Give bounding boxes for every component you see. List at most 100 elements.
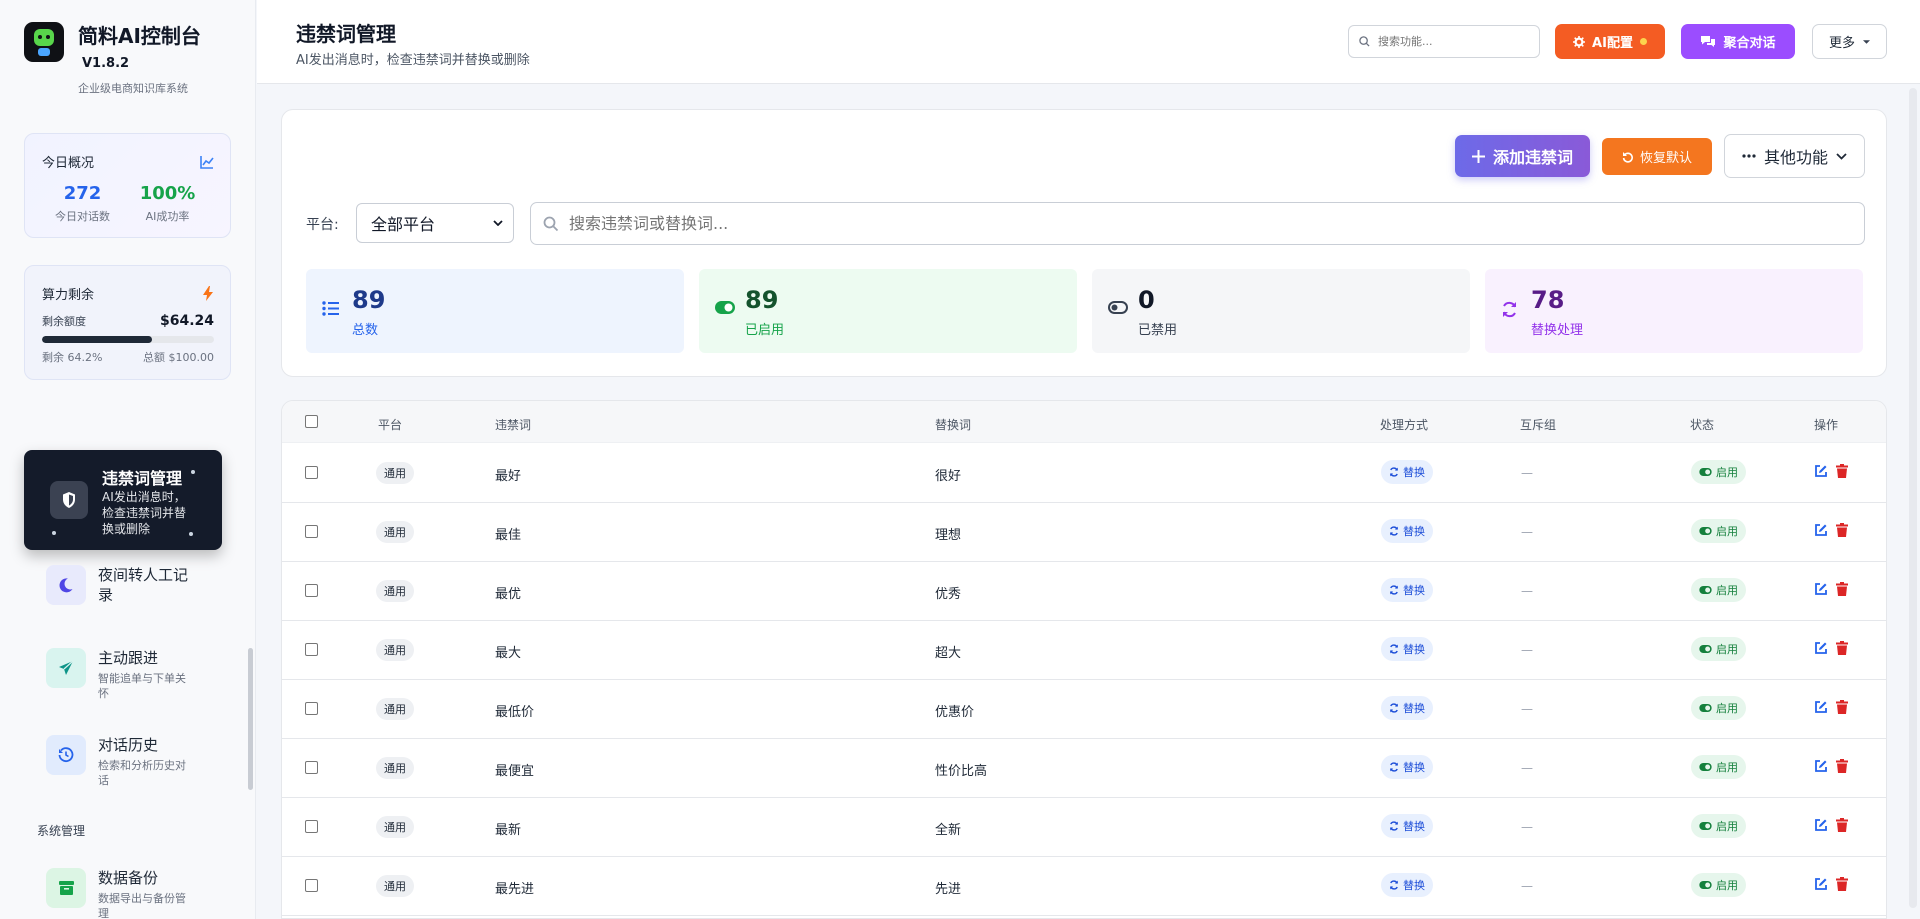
sidebar-item-forbidden-words[interactable]: 违禁词管理 AI发出消息时，检查违禁词并替换或删除 (24, 450, 222, 550)
filter-panel: 添加违禁词 恢复默认 其他功能 平台: 全部平台 89 总数 89 已启用 0 … (281, 109, 1887, 377)
forbidden-word: 最好 (495, 469, 522, 484)
trash-icon[interactable] (1836, 759, 1848, 773)
edit-icon[interactable] (1814, 523, 1828, 537)
function-search-input[interactable] (1378, 35, 1528, 48)
forbidden-word: 最先进 (495, 882, 535, 897)
page-subtitle: AI发出消息时，检查违禁词并替换或删除 (296, 53, 530, 68)
other-functions-button[interactable]: 其他功能 (1724, 134, 1865, 178)
mutex-group: — (1521, 820, 1533, 834)
power-title: 算力剩余 (42, 288, 95, 303)
column-header-action: 处理方式 (1380, 418, 1429, 432)
trash-icon[interactable] (1836, 818, 1848, 832)
column-header-word: 违禁词 (495, 418, 532, 432)
action-label: 替换 (1403, 525, 1425, 538)
row-checkbox[interactable] (305, 643, 318, 656)
platform-badge: 通用 (376, 521, 414, 543)
edit-icon[interactable] (1814, 582, 1828, 596)
stat-label: 已禁用 (1138, 323, 1178, 338)
replacement-word: 性价比高 (935, 764, 988, 779)
row-operations (1814, 523, 1848, 537)
main-scrollbar[interactable] (1909, 88, 1917, 908)
row-checkbox[interactable] (305, 761, 318, 774)
brand-version: V1.8.2 (82, 56, 130, 71)
list-icon (322, 301, 339, 316)
row-operations (1814, 877, 1848, 891)
sidebar-item-night-transfer[interactable]: 夜间转人工记录 (46, 565, 236, 605)
edit-icon[interactable] (1814, 700, 1828, 714)
top-header: 违禁词管理 AI发出消息时，检查违禁词并替换或删除 AI配置 聚合对话 更多 (257, 0, 1920, 84)
function-search[interactable] (1348, 25, 1540, 58)
compute-balance-card: 算力剩余 剩余额度 $64.24 剩余 64.2% 总额 $100.00 (24, 265, 231, 380)
sync-icon (1390, 703, 1398, 713)
stat-label: 今日对话数 (55, 210, 110, 223)
stat-enabled: 89 已启用 (699, 269, 1077, 353)
status-badge: 启用 (1691, 460, 1746, 484)
toggle-on-icon (1699, 822, 1712, 830)
balance-label: 剩余额度 (42, 315, 86, 328)
row-checkbox[interactable] (305, 702, 318, 715)
sidebar-scrollbar[interactable] (248, 648, 253, 790)
gear-icon (1573, 35, 1586, 48)
today-stat-success-rate: 100% AI成功率 (125, 183, 210, 224)
row-checkbox[interactable] (305, 584, 318, 597)
edit-icon[interactable] (1814, 759, 1828, 773)
trash-icon[interactable] (1836, 464, 1848, 478)
platform-badge: 通用 (376, 816, 414, 838)
trash-icon[interactable] (1836, 700, 1848, 714)
status-label: 启用 (1716, 702, 1738, 715)
action-label: 替换 (1403, 466, 1425, 479)
edit-icon[interactable] (1814, 818, 1828, 832)
sync-icon (1390, 821, 1398, 831)
word-search-input[interactable] (569, 214, 1769, 233)
nav-title: 主动跟进 (98, 649, 159, 667)
trash-icon[interactable] (1836, 582, 1848, 596)
action-label: 替换 (1403, 584, 1425, 597)
status-label: 启用 (1716, 525, 1738, 538)
trash-icon[interactable] (1836, 523, 1848, 537)
notification-dot (1639, 38, 1647, 45)
row-checkbox[interactable] (305, 879, 318, 892)
edit-icon[interactable] (1814, 641, 1828, 655)
action-badge: 替换 (1381, 814, 1433, 838)
row-checkbox[interactable] (305, 820, 318, 833)
more-menu-button[interactable]: 更多 (1812, 24, 1887, 59)
brand-title: 简料AI控制台 (78, 24, 201, 48)
mutex-group: — (1521, 466, 1533, 480)
platform-badge: 通用 (376, 875, 414, 897)
stat-label: AI成功率 (145, 210, 190, 223)
restore-default-button[interactable]: 恢复默认 (1602, 138, 1712, 175)
edit-icon[interactable] (1814, 464, 1828, 478)
status-badge: 启用 (1691, 519, 1746, 543)
plus-icon (1471, 149, 1485, 163)
trash-icon[interactable] (1836, 877, 1848, 891)
platform-badge: 通用 (376, 580, 414, 602)
sidebar-item-chat-history[interactable]: 对话历史 检索和分析历史对话 (46, 735, 236, 788)
replacement-word: 优惠价 (935, 705, 975, 720)
shield-icon (50, 481, 88, 519)
table-row: 通用 最先进 先进 替换 — 启用 (282, 857, 1886, 916)
ai-config-button[interactable]: AI配置 (1555, 24, 1665, 59)
status-label: 启用 (1716, 584, 1738, 597)
mutex-group: — (1521, 584, 1533, 598)
platform-select[interactable]: 全部平台 (356, 203, 514, 243)
undo-icon (1622, 151, 1633, 163)
word-search[interactable] (530, 202, 1865, 245)
toggle-off-icon (1108, 301, 1128, 314)
merge-chat-button[interactable]: 聚合对话 (1681, 24, 1795, 59)
column-header-status: 状态 (1690, 418, 1715, 432)
row-checkbox[interactable] (305, 525, 318, 538)
sidebar-item-data-backup[interactable]: 数据备份 数据导出与备份管理 (46, 868, 236, 919)
mutex-group: — (1521, 525, 1533, 539)
status-badge: 启用 (1691, 873, 1746, 897)
sync-icon (1503, 301, 1516, 318)
platform-badge: 通用 (376, 757, 414, 779)
select-all-checkbox[interactable] (305, 415, 318, 428)
forbidden-words-table: 平台 违禁词 替换词 处理方式 互斥组 状态 操作 通用 最好 很好 替换 — 启用 通用最… (281, 400, 1887, 919)
row-checkbox[interactable] (305, 466, 318, 479)
add-forbidden-word-button[interactable]: 添加违禁词 (1455, 135, 1590, 177)
sidebar-item-follow-up[interactable]: 主动跟进 智能追单与下单关怀 (46, 648, 236, 701)
edit-icon[interactable] (1814, 877, 1828, 891)
toggle-on-icon (1699, 763, 1712, 771)
platform-label: 平台: (306, 217, 339, 233)
trash-icon[interactable] (1836, 641, 1848, 655)
